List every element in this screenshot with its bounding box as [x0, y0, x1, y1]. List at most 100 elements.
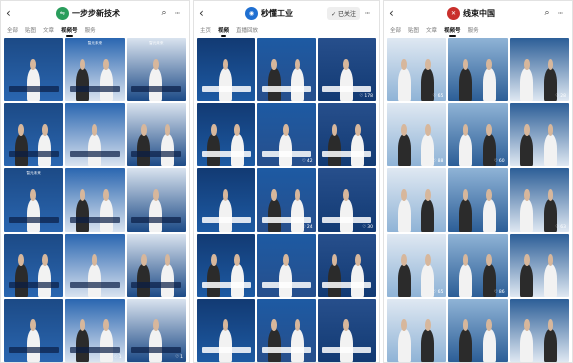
video-tile[interactable]: 智元未来 [4, 168, 64, 232]
video-tile[interactable]: ♡ 65 [387, 233, 447, 297]
more-icon[interactable]: ··· [170, 9, 184, 18]
search-icon[interactable]: ⌕ [541, 8, 553, 18]
tab-posts[interactable]: 贴图 [408, 26, 419, 34]
video-tile[interactable] [4, 38, 64, 102]
video-tile[interactable]: ♡ 86 [448, 233, 508, 297]
video-tile[interactable]: ♡ 178 [317, 38, 376, 102]
back-arrow-icon[interactable]: ‹ [6, 1, 18, 25]
like-count: ♡ 65 [433, 94, 444, 99]
channel-header: ✕ 线束中国 [401, 6, 541, 20]
top-bar: ‹ ✕ 线束中国 ⌕ ··· [384, 1, 572, 25]
person-figure [149, 188, 163, 232]
title-plate [131, 347, 182, 353]
search-icon[interactable]: ⌕ [158, 8, 170, 18]
like-count-value: 65 [437, 289, 444, 295]
person-figure [459, 254, 473, 297]
video-tile[interactable]: ♡ 24 [257, 168, 316, 232]
video-tile[interactable]: ♡ 63 [509, 168, 569, 232]
title-plate [131, 281, 182, 288]
back-arrow-icon[interactable]: ‹ [199, 1, 211, 25]
tile-caption: 智元未来 [87, 41, 103, 45]
video-tile[interactable] [126, 168, 186, 232]
video-tile[interactable] [257, 233, 316, 297]
video-tile[interactable] [197, 103, 256, 167]
heart-icon: ♡ [493, 159, 498, 165]
video-tile[interactable]: ♡ 42 [257, 103, 316, 167]
video-tile[interactable]: ♡ 30 [317, 168, 376, 232]
video-tile[interactable] [126, 233, 186, 297]
more-icon[interactable]: ··· [360, 9, 374, 18]
title-plate [261, 281, 311, 288]
video-tile[interactable] [448, 38, 508, 102]
following-button[interactable]: ✓ 已关注 [327, 6, 360, 20]
video-tile[interactable] [387, 168, 447, 232]
title-plate [201, 151, 251, 158]
video-tile[interactable] [257, 298, 316, 362]
title-plate [261, 151, 311, 158]
video-tile[interactable] [448, 298, 508, 362]
like-count-value: 30 [367, 224, 373, 230]
person-figure [149, 58, 163, 102]
person-figure [267, 188, 281, 232]
video-tile[interactable] [317, 103, 376, 167]
video-tile[interactable] [387, 298, 447, 362]
person-figure [14, 123, 28, 167]
video-tile[interactable] [197, 233, 256, 297]
tab-all[interactable]: 全部 [7, 26, 18, 34]
video-tile[interactable]: ♡ 1 [65, 298, 125, 362]
tab-channels[interactable]: 视频号 [61, 26, 78, 37]
tab-all[interactable]: 全部 [390, 26, 401, 34]
person-figure [279, 254, 293, 297]
video-tile[interactable] [197, 298, 256, 362]
more-icon[interactable]: ··· [553, 9, 567, 18]
title-plate [70, 281, 120, 288]
video-tile[interactable] [65, 168, 125, 232]
tab-articles[interactable]: 文章 [43, 26, 54, 34]
video-tile[interactable] [4, 103, 64, 167]
tab-videos[interactable]: 视频 [218, 26, 229, 37]
video-tile[interactable] [65, 233, 125, 297]
person-figure [291, 319, 304, 362]
tab-posts[interactable]: 贴图 [25, 26, 36, 34]
video-tile[interactable]: 智元未来 [65, 38, 125, 102]
title-plate [322, 281, 372, 288]
video-tile[interactable] [509, 298, 569, 362]
video-tile[interactable] [257, 38, 316, 102]
title-plate [201, 86, 251, 93]
video-tile[interactable] [509, 103, 569, 167]
person-figure [544, 319, 558, 362]
person-figure [339, 188, 353, 232]
video-tile[interactable] [197, 168, 256, 232]
video-tile[interactable] [317, 298, 376, 362]
tab-articles[interactable]: 文章 [426, 26, 437, 34]
video-tile[interactable] [317, 233, 376, 297]
tab-services[interactable]: 服务 [85, 26, 96, 34]
like-count-value: 42 [306, 159, 313, 165]
video-tile[interactable] [126, 103, 186, 167]
person-figure [161, 123, 175, 167]
tab-bar: 全部 贴图 文章 视频号 服务 [1, 23, 189, 37]
tab-channels[interactable]: 视频号 [444, 26, 461, 37]
person-figure [544, 254, 558, 297]
video-tile[interactable]: 智元未来 [126, 38, 186, 102]
video-tile[interactable] [448, 168, 508, 232]
tab-home[interactable]: 主页 [200, 26, 211, 34]
tab-live-replay[interactable]: 直播回放 [236, 26, 258, 34]
video-tile[interactable]: ♡ 65 [387, 38, 447, 102]
video-tile[interactable] [65, 103, 125, 167]
back-arrow-icon[interactable]: ‹ [389, 1, 401, 25]
video-tile[interactable] [4, 233, 64, 297]
person-figure [219, 319, 232, 362]
title-plate [201, 347, 251, 353]
video-tile[interactable]: ♡ 60 [448, 103, 508, 167]
title-plate [322, 347, 372, 353]
video-tile[interactable]: ♡ 1 [126, 298, 186, 362]
video-tile[interactable] [197, 38, 256, 102]
person-figure [230, 123, 244, 167]
top-bar: ‹ ⇋ 一步步新技术 ⌕ ··· [1, 1, 189, 25]
video-tile[interactable] [509, 233, 569, 297]
video-tile[interactable]: ♡ 88 [387, 103, 447, 167]
tab-services[interactable]: 服务 [468, 26, 479, 34]
video-tile[interactable]: ♡ 28 [509, 38, 569, 102]
video-tile[interactable] [4, 298, 64, 362]
